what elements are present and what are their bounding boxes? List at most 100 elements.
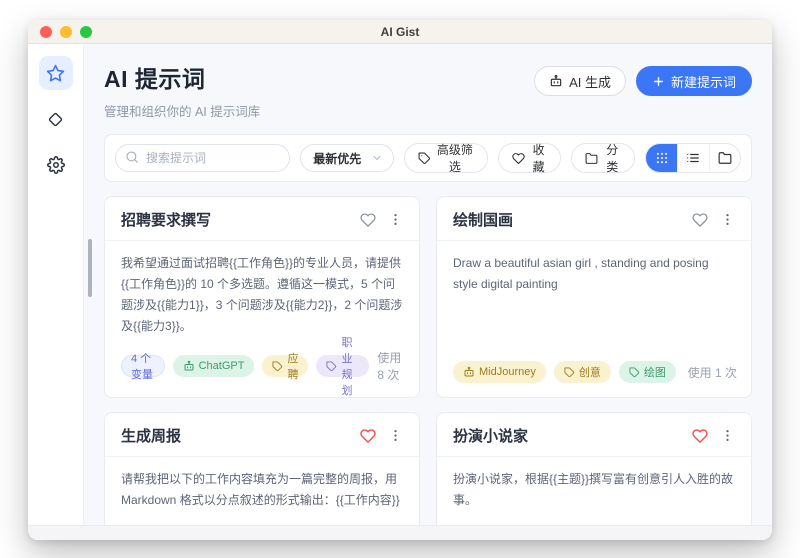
star-icon (46, 64, 65, 83)
model-badge[interactable]: MidJourney (453, 361, 546, 383)
badge-label: MidJourney (479, 366, 536, 378)
tag-icon (629, 367, 640, 378)
tag-badge[interactable]: 职业规划 (316, 355, 369, 377)
badge-label: 1 个变量 (463, 524, 487, 525)
variable-count-badge: 4 个变量 (121, 355, 165, 377)
tag-badge[interactable]: 创意 (554, 361, 611, 383)
prompt-card[interactable]: 绘制国画 (436, 196, 752, 398)
sort-value: 最新优先 (313, 150, 361, 167)
favorite-button[interactable] (358, 210, 378, 230)
card-actions (358, 426, 405, 446)
chevron-down-icon (371, 152, 383, 164)
tag-icon (564, 367, 575, 378)
category-filter-button[interactable]: 分类 (571, 143, 635, 173)
advanced-filter-button[interactable]: 高级筛选 (404, 143, 488, 173)
folder-icon (718, 151, 732, 165)
card-header: 绘制国画 (437, 197, 751, 241)
badge-label: ChatGPT (199, 360, 245, 372)
heart-icon (692, 212, 708, 228)
card-body-text: 请帮我把以下的工作内容填充为一篇完整的周报，用 Markdown 格式以分点叙述… (105, 457, 419, 513)
view-list-button[interactable] (677, 144, 708, 172)
usage-count: 使用 8 次 (377, 349, 405, 383)
ai-generate-label: AI 生成 (569, 72, 611, 91)
badge-label: 绘图 (644, 364, 666, 380)
favorite-button[interactable] (358, 426, 378, 446)
favorites-filter-button[interactable]: 收藏 (498, 143, 562, 173)
more-menu-button[interactable] (386, 426, 405, 445)
prompt-card[interactable]: 招聘要求撰写 (104, 196, 420, 398)
prompt-card[interactable]: 扮演小说家 (436, 412, 752, 525)
more-menu-button[interactable] (718, 426, 737, 445)
category-filter-label: 分类 (603, 141, 621, 175)
page-title: AI 提示词 (104, 60, 260, 94)
badge-label: 工作 (680, 524, 691, 525)
view-folder-button[interactable] (709, 144, 740, 172)
usage-count: 使用 24 次 (350, 523, 405, 525)
tag-badge[interactable]: 应聘 (262, 355, 308, 377)
card-actions (690, 426, 737, 446)
favorites-filter-label: 收藏 (530, 141, 548, 175)
window-title: AI Gist (28, 25, 772, 39)
page-subtitle: 管理和组织你的 AI 提示词库 (104, 101, 260, 120)
sidebar-item-library[interactable] (39, 102, 73, 136)
card-actions (690, 210, 737, 230)
favorite-button[interactable] (690, 210, 710, 230)
card-title: 扮演小说家 (453, 425, 528, 446)
prompt-card-grid: 招聘要求撰写 (104, 196, 752, 525)
toolbar-right: 高级筛选 收藏 (404, 143, 741, 173)
tag-icon (326, 361, 337, 372)
ai-generate-button[interactable]: AI 生成 (534, 66, 626, 96)
badge-label: 应聘 (287, 350, 298, 382)
card-footer: 1 个变量 DeepSeek 周报 使用 24 次 (105, 513, 419, 525)
more-menu-button[interactable] (386, 210, 405, 229)
heart-icon (360, 212, 376, 228)
page-header-text: AI 提示词 管理和组织你的 AI 提示词库 (104, 60, 260, 120)
titlebar: AI Gist (28, 20, 772, 44)
kebab-icon (720, 212, 735, 227)
favorite-button[interactable] (690, 426, 710, 446)
card-body-text: 我希望通过面试招聘{{工作角色}}的专业人员，请提供{{工作角色}}的 10 个… (105, 241, 419, 339)
more-menu-button[interactable] (718, 210, 737, 229)
tag-icon (272, 361, 283, 372)
tag-icon (418, 152, 431, 165)
card-title: 招聘要求撰写 (121, 209, 211, 230)
search-icon (125, 150, 139, 164)
robot-icon (463, 366, 475, 378)
heart-icon (512, 152, 525, 165)
toolbar: 最新优先 高级筛选 (104, 134, 752, 182)
folder-icon (585, 152, 598, 165)
view-grid-button[interactable] (646, 144, 677, 172)
sidebar-item-prompts[interactable] (39, 56, 73, 90)
search-input[interactable] (115, 144, 290, 172)
view-toggle-group (645, 143, 741, 173)
card-title: 绘制国画 (453, 209, 513, 230)
diamond-icon (47, 111, 64, 128)
card-body-text: Draw a beautiful asian girl , standing a… (437, 241, 751, 297)
prompt-card[interactable]: 生成周报 (104, 412, 420, 525)
card-header: 扮演小说家 (437, 413, 751, 457)
card-title: 生成周报 (121, 425, 181, 446)
plus-icon (652, 75, 665, 88)
kebab-icon (388, 212, 403, 227)
advanced-filter-label: 高级筛选 (436, 141, 474, 175)
card-footer: 4 个变量 ChatGPT 应聘 职业规划 (105, 339, 419, 397)
kebab-icon (388, 428, 403, 443)
search-box (115, 144, 290, 172)
model-badge[interactable]: ChatGPT (173, 355, 255, 377)
badge-label: 1 个变量 (131, 524, 172, 525)
gear-icon (47, 156, 65, 174)
sidebar-item-settings[interactable] (39, 148, 73, 182)
new-prompt-button[interactable]: 新建提示词 (636, 66, 752, 96)
usage-count: 使用 1 次 (688, 364, 737, 381)
robot-icon (549, 74, 563, 88)
app-window: AI Gist (28, 20, 772, 540)
list-icon (686, 151, 700, 165)
card-body-text: 扮演小说家，根据{{主题}}撰写富有创意引人入胜的故事。 (437, 457, 751, 513)
scrollbar-thumb[interactable] (88, 239, 92, 297)
tag-badge[interactable]: 绘图 (619, 361, 676, 383)
card-actions (358, 210, 405, 230)
sort-dropdown[interactable]: 最新优先 (300, 144, 394, 172)
app-body: AI 提示词 管理和组织你的 AI 提示词库 AI 生成 (28, 44, 772, 525)
kebab-icon (720, 428, 735, 443)
page-header: AI 提示词 管理和组织你的 AI 提示词库 AI 生成 (104, 60, 752, 120)
